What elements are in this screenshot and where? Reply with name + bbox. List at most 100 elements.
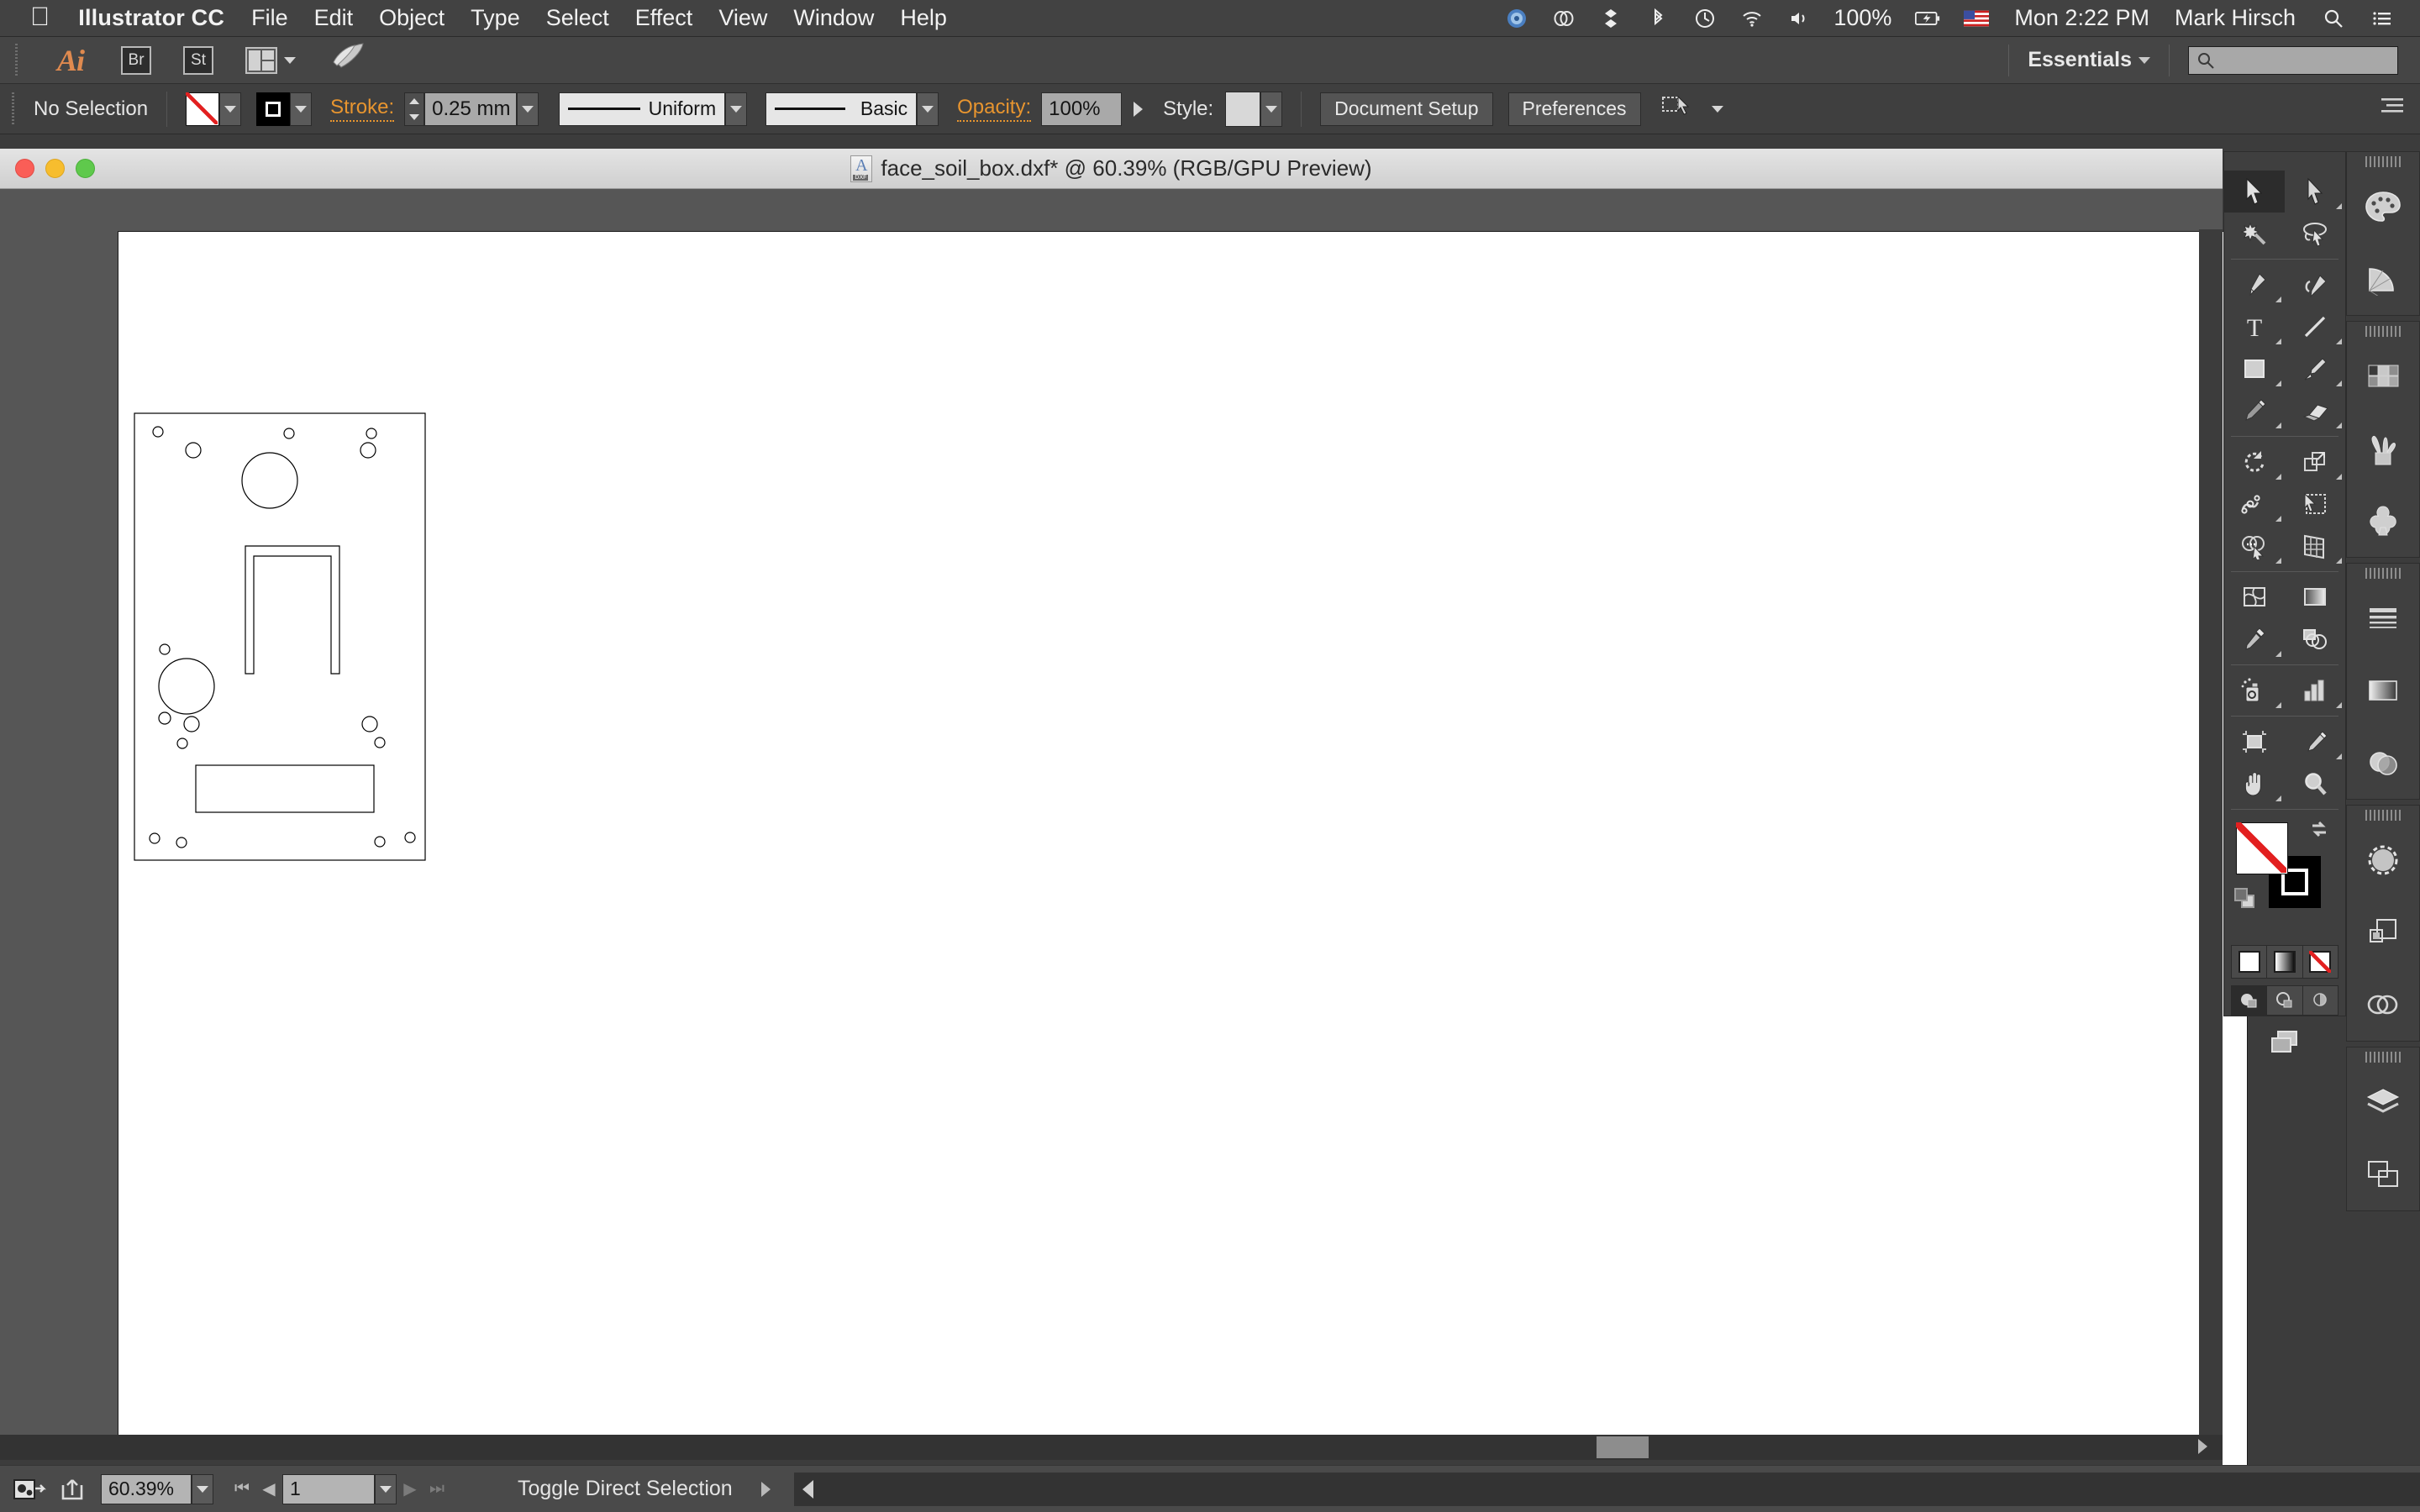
zoom-tool[interactable] <box>2285 763 2345 805</box>
menu-select[interactable]: Select <box>546 5 609 31</box>
controlbar-menu-icon[interactable] <box>2378 95 2407 123</box>
tools-panel-grip[interactable] <box>2224 152 2345 171</box>
opacity-label[interactable]: Opacity: <box>957 96 1032 122</box>
selection-tool[interactable] <box>2224 171 2285 213</box>
draw-behind-button[interactable] <box>2267 986 2303 1015</box>
appbar-grip[interactable] <box>13 43 22 77</box>
artboard-number-input[interactable]: 1 <box>282 1473 375 1504</box>
status-scrollbar[interactable] <box>793 1472 2420 1506</box>
blend-tool[interactable] <box>2285 618 2345 660</box>
draw-normal-button[interactable] <box>2232 986 2268 1015</box>
dock-grip[interactable] <box>2347 152 2419 171</box>
wifi-icon[interactable] <box>1739 6 1765 31</box>
stroke-weight-stepper[interactable] <box>404 92 425 126</box>
graphic-style-swatch[interactable] <box>1225 91 1261 127</box>
chevron-down-icon[interactable] <box>1711 105 1723 113</box>
workspace-switcher[interactable]: Essentials <box>2028 48 2150 72</box>
stroke-weight-dropdown[interactable] <box>517 92 539 126</box>
preferences-icon[interactable] <box>12 1477 47 1502</box>
dropbox-icon[interactable] <box>1598 6 1623 31</box>
status-menu-icon[interactable] <box>760 1481 771 1497</box>
stroke-dropdown[interactable] <box>290 92 313 126</box>
menubar-clock[interactable]: Mon 2:22 PM <box>2014 5 2149 31</box>
color-guide-panel-icon[interactable] <box>2347 243 2419 315</box>
dropbox-blue-icon[interactable] <box>1504 6 1529 31</box>
menu-file[interactable]: File <box>251 5 288 31</box>
next-artboard-icon[interactable]: ▶ <box>397 1478 424 1499</box>
last-artboard-icon[interactable]: ⏭ <box>424 1479 450 1499</box>
opacity-input[interactable]: 100% <box>1041 92 1123 126</box>
menu-window[interactable]: Window <box>793 5 874 31</box>
perspective-grid-tool[interactable] <box>2285 525 2345 567</box>
scale-tool[interactable] <box>2285 441 2345 483</box>
creative-cloud-icon[interactable] <box>1551 6 1576 31</box>
none-mode-button[interactable] <box>2302 946 2338 978</box>
notification-center-icon[interactable] <box>2370 6 2395 31</box>
paintbrush-tool[interactable] <box>2285 348 2345 390</box>
menu-edit[interactable]: Edit <box>314 5 354 31</box>
line-segment-tool[interactable] <box>2285 306 2345 348</box>
pen-tool[interactable] <box>2224 264 2285 306</box>
rotate-tool[interactable] <box>2224 441 2285 483</box>
apple-icon[interactable]:  <box>30 3 50 29</box>
artboard-dropdown[interactable] <box>375 1473 397 1504</box>
dock-grip[interactable] <box>2347 1047 2419 1066</box>
menu-effect[interactable]: Effect <box>635 5 693 31</box>
mesh-tool[interactable] <box>2224 576 2285 618</box>
fill-dropdown[interactable] <box>219 92 242 126</box>
stroke-weight-input[interactable]: 0.25 mm <box>424 92 518 126</box>
slice-tool[interactable] <box>2285 721 2345 763</box>
eraser-tool[interactable] <box>2285 390 2345 432</box>
menu-object[interactable]: Object <box>379 5 445 31</box>
dock-grip[interactable] <box>2347 564 2419 582</box>
direct-selection-tool[interactable] <box>2285 171 2345 213</box>
stroke-control[interactable] <box>256 92 313 126</box>
search-input[interactable] <box>2188 45 2398 75</box>
stroke-panel-icon[interactable] <box>2347 582 2419 654</box>
volume-icon[interactable] <box>1786 6 1812 31</box>
fill-swatch[interactable] <box>186 92 220 126</box>
document-setup-button[interactable]: Document Setup <box>1320 92 1493 126</box>
width-tool[interactable] <box>2224 483 2285 525</box>
fill-control[interactable] <box>186 92 242 126</box>
artboards-panel-icon[interactable] <box>2347 1138 2419 1210</box>
stroke-swatch[interactable] <box>256 92 291 126</box>
menu-type[interactable]: Type <box>471 5 520 31</box>
hand-tool[interactable] <box>2224 763 2285 805</box>
color-mode-button[interactable] <box>2232 946 2268 978</box>
align-to-pixel-icon[interactable] <box>1660 92 1693 126</box>
zoom-level-dropdown[interactable] <box>192 1473 213 1504</box>
gradient-tool[interactable] <box>2285 576 2345 618</box>
menu-help[interactable]: Help <box>900 5 947 31</box>
shape-builder-tool[interactable] <box>2224 525 2285 567</box>
swatches-panel-icon[interactable] <box>2347 340 2419 412</box>
swap-fill-stroke-icon[interactable] <box>2307 819 2332 846</box>
controlbar-grip[interactable] <box>10 92 18 126</box>
stock-button[interactable]: St <box>183 45 214 75</box>
us-flag-icon[interactable] <box>1964 6 1990 31</box>
curvature-tool[interactable] <box>2285 264 2345 306</box>
dxf-artwork[interactable] <box>133 412 429 864</box>
layers-panel-icon[interactable] <box>2347 1066 2419 1138</box>
free-transform-tool[interactable] <box>2285 483 2345 525</box>
column-graph-tool[interactable] <box>2285 669 2345 711</box>
opacity-flyout-icon[interactable] <box>1134 101 1144 117</box>
canvas-horizontal-scrollbar[interactable] <box>0 1435 2223 1460</box>
transparency-panel-icon[interactable] <box>2347 727 2419 799</box>
brush-select[interactable]: Basic <box>765 92 918 126</box>
gradient-panel-icon[interactable] <box>2347 654 2419 727</box>
scroll-left-icon[interactable] <box>802 1479 813 1499</box>
graphic-style-dropdown[interactable] <box>1260 91 1283 127</box>
canvas-area[interactable] <box>0 189 2248 1500</box>
lasso-tool[interactable] <box>2285 213 2345 255</box>
timemachine-icon[interactable] <box>1692 6 1718 31</box>
hscroll-thumb[interactable] <box>1597 1436 1649 1458</box>
first-artboard-icon[interactable]: ⏮ <box>229 1479 255 1499</box>
default-fill-stroke-icon[interactable] <box>2234 888 2256 910</box>
rocket-icon[interactable] <box>329 42 366 78</box>
appearance-panel-icon[interactable] <box>2347 824 2419 896</box>
pencil-tool[interactable] <box>2224 390 2285 432</box>
stroke-label[interactable]: Stroke: <box>330 96 395 122</box>
draw-inside-button[interactable] <box>2302 986 2338 1015</box>
stroke-profile-dropdown[interactable] <box>725 92 748 126</box>
